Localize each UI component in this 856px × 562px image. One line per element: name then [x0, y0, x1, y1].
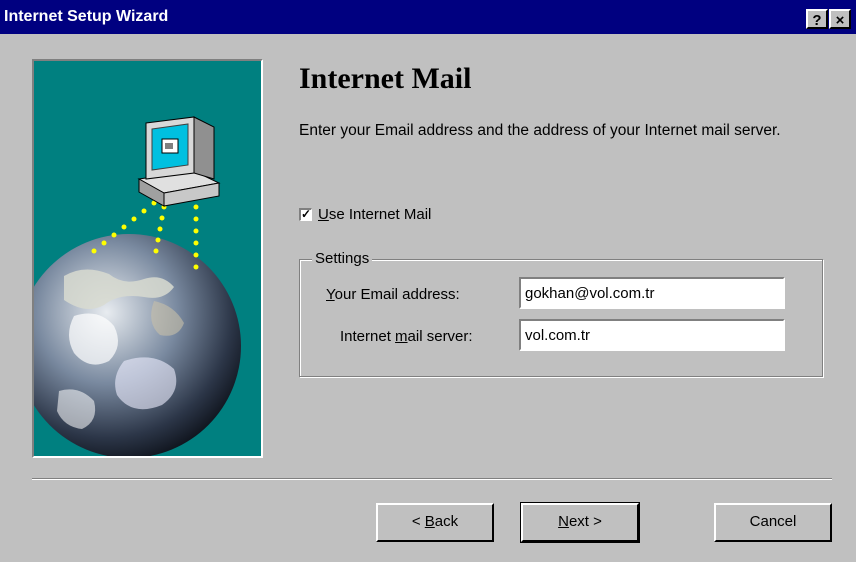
footer-separator — [32, 478, 832, 480]
next-arrow-icon: > — [588, 513, 602, 530]
title-bar: Internet Setup Wizard ? × — [0, 0, 856, 34]
mail-server-label: Internet mail server: — [340, 328, 473, 345]
next-button[interactable]: Next > — [520, 502, 640, 543]
back-arrow-icon: < — [411, 513, 425, 530]
email-label: Your Email address: — [326, 286, 460, 303]
email-field[interactable] — [519, 277, 785, 309]
server-label-pre: Internet — [340, 328, 396, 345]
window-title: Internet Setup Wizard — [4, 8, 169, 25]
mnemonic-m: m — [395, 328, 408, 345]
wizard-illustration — [32, 59, 263, 458]
computer-icon — [137, 116, 221, 207]
mnemonic-u: U — [318, 206, 329, 223]
illustration-svg — [34, 116, 241, 456]
next-mnemonic: N — [558, 513, 569, 530]
back-mnemonic: B — [424, 513, 435, 530]
mnemonic-y: Y — [326, 286, 335, 303]
page-title: Internet Mail — [299, 62, 472, 95]
help-button[interactable]: ? — [806, 9, 828, 29]
back-label: ack — [434, 513, 459, 530]
earth-image — [34, 234, 241, 456]
server-label-rest: ail server: — [407, 328, 473, 345]
help-icon: ? — [812, 12, 822, 29]
page-description: Enter your Email address and the address… — [299, 122, 781, 139]
next-label: ext — [568, 513, 589, 530]
back-button[interactable]: < Back — [376, 503, 494, 542]
settings-legend: Settings — [312, 250, 373, 267]
mail-server-field[interactable] — [519, 319, 785, 351]
close-icon: × — [835, 12, 845, 29]
check-mark-icon: ✓ — [301, 207, 312, 221]
label-rest: se Internet Mail — [328, 206, 432, 223]
checkbox-label[interactable]: Use Internet Mail — [318, 206, 431, 223]
close-button[interactable]: × — [829, 9, 851, 29]
email-label-rest: our Email address: — [334, 286, 460, 303]
checkbox-box[interactable]: ✓ — [299, 208, 312, 221]
cancel-button[interactable]: Cancel — [714, 503, 832, 542]
